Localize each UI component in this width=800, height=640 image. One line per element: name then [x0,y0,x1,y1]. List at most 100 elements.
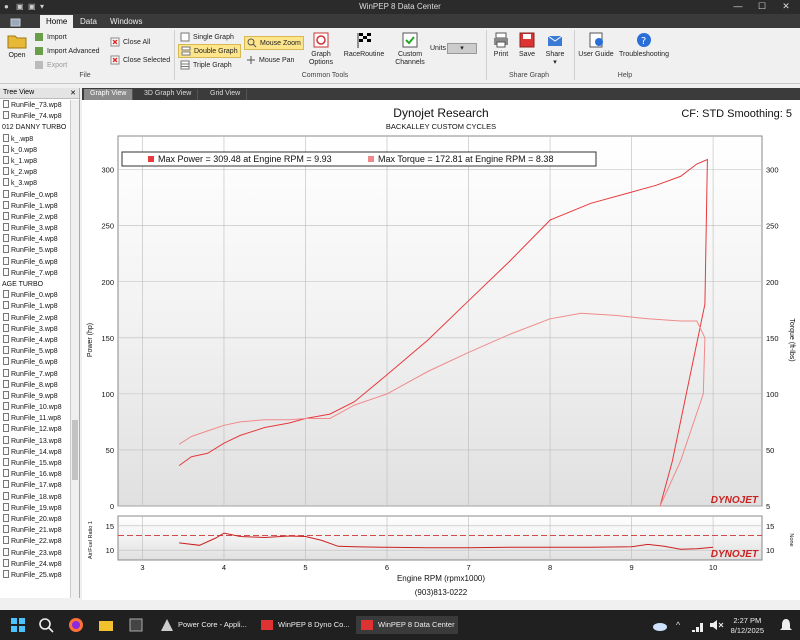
notification-bell-icon[interactable] [778,617,794,633]
tree-item[interactable]: k_3.wp8 [0,178,70,189]
taskbar-item-power-core[interactable]: Power Core - Appli... [156,616,252,634]
import-advanced-button[interactable]: Import Advanced [34,46,100,56]
triple-graph-button[interactable]: Triple Graph [180,60,232,70]
units-label: Units [430,45,446,52]
tree-item[interactable]: RunFile_16.wp8 [0,469,70,480]
graph-area[interactable]: Dynojet Research BACKALLEY CUSTOM CYCLES… [82,100,800,600]
close-all-button[interactable]: Close All [110,37,150,47]
units-dropdown[interactable]: ▾ [447,43,477,54]
tree-item[interactable]: RunFile_3.wp8 [0,323,70,335]
tab-grid-view[interactable]: Grid View [204,89,248,100]
tree-item[interactable]: RunFile_5.wp8 [0,346,70,357]
taskbar-item-data-center[interactable]: WinPEP 8 Data Center [356,616,458,634]
race-routine-button[interactable]: RaceRoutine [342,31,386,58]
tab-data[interactable]: Data [74,15,103,28]
tree-item[interactable]: RunFile_1.wp8 [0,200,70,212]
save-button[interactable]: Save [516,31,538,58]
share-button[interactable]: Share ▾ [542,31,568,66]
taskbar-item-dyno-control[interactable]: WinPEP 8 Dyno Co... [256,616,352,634]
tree-group[interactable]: 012 DANNY TURBO [0,122,70,133]
windows-start-icon[interactable] [10,617,26,633]
close-icon[interactable]: ✕ [70,89,76,97]
double-graph-button[interactable]: Double Graph [178,44,241,58]
tree-item[interactable]: RunFile_21.wp8 [0,525,70,536]
tree-item[interactable]: RunFile_18.wp8 [0,491,70,503]
tree-item[interactable]: RunFile_3.wp8 [0,223,70,234]
tree-item[interactable]: RunFile_4.wp8 [0,234,70,245]
tree-item[interactable]: RunFile_8.wp8 [0,379,70,391]
import-button[interactable]: Import [34,32,67,42]
file-explorer-icon[interactable] [98,617,114,633]
search-icon[interactable] [38,617,54,633]
graph-options-button[interactable]: Graph Options [304,31,338,67]
tree-item[interactable]: RunFile_1.wp8 [0,301,70,312]
tree-item[interactable]: RunFile_6.wp8 [0,256,70,268]
tree-item[interactable]: RunFile_25.wp8 [0,569,70,581]
tree-item[interactable]: RunFile_10.wp8 [0,402,70,413]
weather-icon[interactable] [652,617,668,633]
double-graph-label: Double Graph [194,47,238,55]
scrollbar-thumb[interactable] [72,420,78,480]
tree-item[interactable]: RunFile_6.wp8 [0,357,70,368]
tree-item[interactable]: k_0.wp8 [0,144,70,156]
firefox-icon[interactable] [68,617,84,633]
tree-item[interactable]: RunFile_19.wp8 [0,502,70,514]
tree-item[interactable]: k_2.wp8 [0,167,70,178]
tree-item[interactable]: RunFile_5.wp8 [0,245,70,256]
tree-item[interactable]: RunFile_23.wp8 [0,547,70,559]
tree-item[interactable]: k_1.wp8 [0,155,70,167]
custom-channels-button[interactable]: Custom Channels [392,31,428,67]
mouse-zoom-button[interactable]: Mouse Zoom [244,36,304,50]
system-clock[interactable]: 2:27 PM 8/12/2025 [731,616,764,636]
custom-channels-label: Custom Channels [395,51,425,66]
tree-item[interactable]: RunFile_7.wp8 [0,267,70,279]
tree-item[interactable]: RunFile_73.wp8 [0,100,70,111]
tree-item-label: RunFile_14.wp8 [11,448,62,456]
troubleshooting-button[interactable]: ? Troubleshooting [618,31,670,58]
maximize-button[interactable]: ☐ [752,1,772,12]
tree-item[interactable]: RunFile_2.wp8 [0,211,70,223]
dyno-chart[interactable]: Dynojet Research BACKALLEY CUSTOM CYCLES… [82,100,800,600]
tree-item[interactable]: RunFile_17.wp8 [0,480,70,491]
close-selected-button[interactable]: Close Selected [110,55,170,65]
tab-windows[interactable]: Windows [104,15,148,28]
tree-item[interactable]: RunFile_14.wp8 [0,446,70,458]
tree-item[interactable]: RunFile_13.wp8 [0,435,70,447]
tree-item[interactable]: k_.wp8 [0,133,70,145]
tree-group[interactable]: AGE TURBO [0,279,70,290]
tree-item[interactable]: RunFile_2.wp8 [0,312,70,324]
file-icon [3,446,9,455]
tree-item[interactable]: RunFile_11.wp8 [0,413,70,424]
print-button[interactable]: Print [490,31,512,58]
tree-item[interactable]: RunFile_20.wp8 [0,513,70,525]
app-icon[interactable] [128,617,144,633]
tree-item[interactable]: RunFile_15.wp8 [0,458,70,469]
tree-item[interactable]: RunFile_24.wp8 [0,558,70,570]
tree-view-scrollbar[interactable] [70,100,79,598]
tree-item[interactable]: RunFile_12.wp8 [0,424,70,435]
help-group-label: Help [617,72,633,79]
tree-item[interactable]: RunFile_22.wp8 [0,536,70,547]
open-button[interactable]: Open [4,32,30,59]
volume-muted-icon[interactable] [708,617,724,633]
tree-item[interactable]: RunFile_74.wp8 [0,111,70,122]
single-graph-button[interactable]: Single Graph [180,32,234,42]
tree-item[interactable]: RunFile_9.wp8 [0,390,70,402]
tree-item[interactable]: RunFile_0.wp8 [0,290,70,301]
tree-item[interactable]: RunFile_0.wp8 [0,189,70,201]
tab-home[interactable]: Home [40,15,74,28]
close-all-label: Close All [123,38,151,46]
export-button[interactable]: Export [34,60,67,70]
tab-3d-graph-view[interactable]: 3D Graph View [138,89,199,100]
mouse-pan-button[interactable]: Mouse Pan [246,55,294,65]
tab-file[interactable] [4,15,38,28]
network-icon[interactable] [690,617,706,633]
minimize-button[interactable]: — [728,1,748,11]
tree-item[interactable]: RunFile_4.wp8 [0,334,70,346]
file-icon [3,569,9,578]
tree-item[interactable]: RunFile_7.wp8 [0,368,70,380]
close-button[interactable]: ✕ [776,1,796,12]
user-guide-button[interactable]: User Guide [578,31,614,58]
tab-graph-view[interactable]: Graph View [84,89,134,100]
tree-item-label: RunFile_4.wp8 [11,336,58,344]
